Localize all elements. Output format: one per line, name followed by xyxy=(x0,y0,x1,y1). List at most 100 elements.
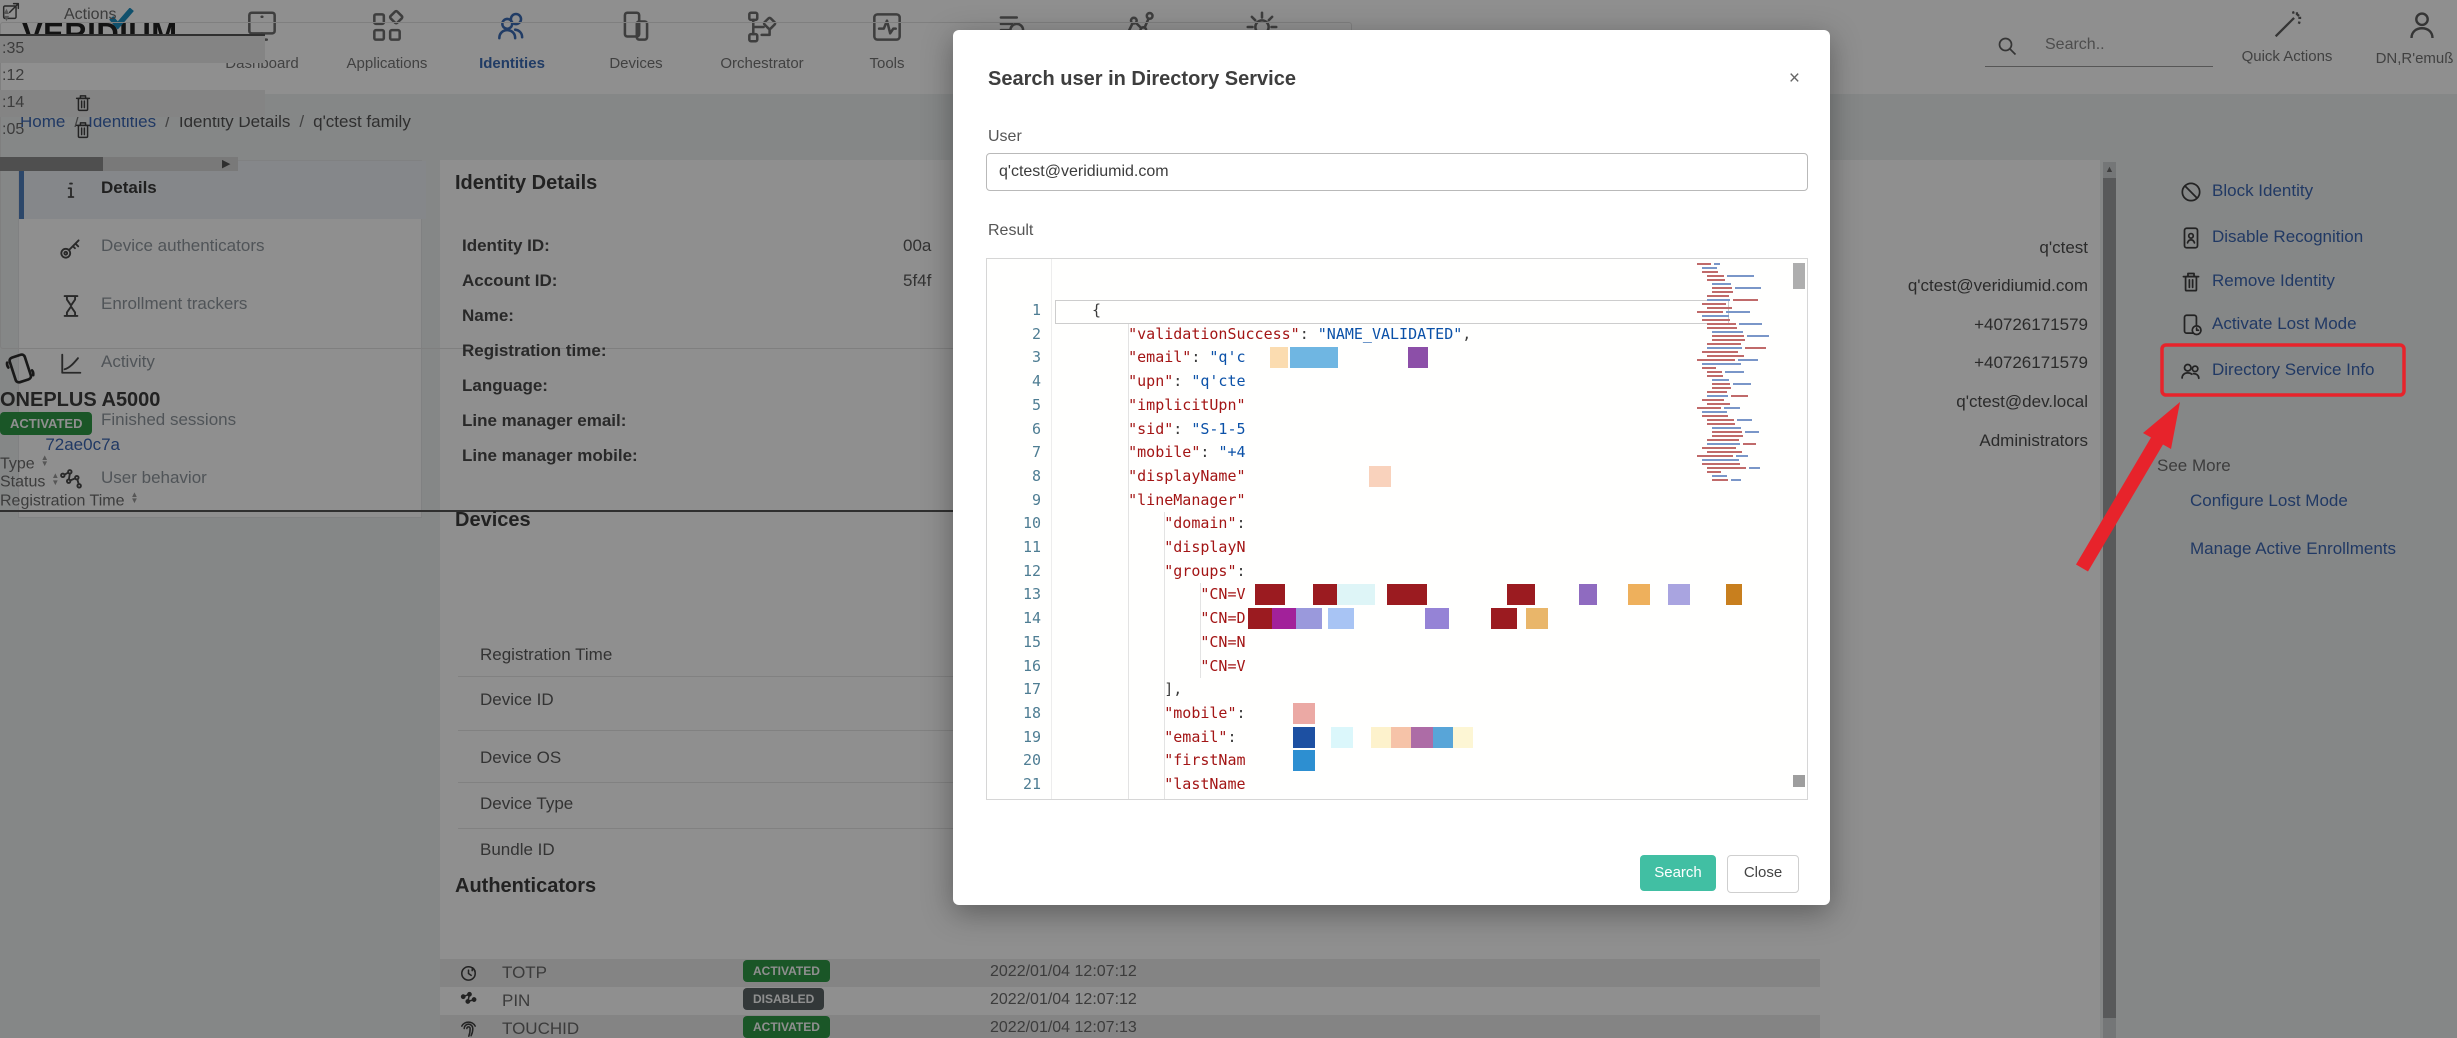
code-line-13: 13 "CN=V xyxy=(987,583,1807,607)
line-number: 17 xyxy=(987,678,1041,702)
code-token xyxy=(1092,751,1164,769)
code-token xyxy=(1092,325,1128,343)
modal-close-button[interactable]: Close xyxy=(1727,855,1799,893)
code-token: "email" xyxy=(1164,728,1227,746)
code-token xyxy=(1092,467,1128,485)
code-line-15: 15 "CN=N xyxy=(987,631,1807,655)
minimap-line xyxy=(1707,403,1730,405)
modal-search-button[interactable]: Search xyxy=(1640,855,1716,891)
code-token: "sid" xyxy=(1128,420,1173,438)
code-token xyxy=(1092,491,1128,509)
code-token: "+4 xyxy=(1218,443,1245,461)
code-token: : xyxy=(1173,420,1191,438)
redaction-block xyxy=(1371,727,1391,748)
editor-minimap[interactable] xyxy=(1697,263,1759,493)
minimap-line xyxy=(1731,395,1748,397)
minimap-line xyxy=(1702,271,1718,273)
minimap-line xyxy=(1702,459,1739,461)
code-line-17: 17 ], xyxy=(987,678,1807,702)
code-token: "CN=V xyxy=(1200,657,1245,675)
redaction-block xyxy=(1272,608,1298,629)
code-line-8: 8 "displayName" xyxy=(987,465,1807,489)
code-text: "sid": "S-1-5 xyxy=(1092,418,1246,442)
code-token: "CN=D xyxy=(1200,609,1245,627)
user-input[interactable] xyxy=(986,153,1808,191)
minimap-line xyxy=(1731,479,1741,481)
code-line-14: 14 "CN=D xyxy=(987,607,1807,631)
redaction-block xyxy=(1290,347,1338,368)
code-text: "domain": xyxy=(1092,512,1246,536)
code-text: "lineManager" xyxy=(1092,489,1246,513)
minimap-line xyxy=(1737,419,1752,421)
minimap-line xyxy=(1707,443,1740,445)
modal-close-icon[interactable]: × xyxy=(1789,68,1800,90)
code-text: "CN=D xyxy=(1092,607,1246,631)
redaction-block xyxy=(1726,584,1742,605)
minimap-line xyxy=(1707,355,1744,357)
minimap-line xyxy=(1697,359,1735,361)
code-text: "email": xyxy=(1092,726,1237,750)
minimap-line xyxy=(1707,471,1721,473)
minimap-line xyxy=(1745,347,1766,349)
editor-scrollbar-thumb[interactable] xyxy=(1793,263,1805,289)
minimap-line xyxy=(1707,307,1732,309)
code-token: "CN=N xyxy=(1200,633,1245,651)
code-token: "q'c xyxy=(1209,348,1245,366)
minimap-line xyxy=(1702,415,1728,417)
result-json-editor[interactable]: 1{2 "validationSuccess": "NAME_VALIDATED… xyxy=(986,258,1808,800)
minimap-line xyxy=(1735,287,1761,289)
line-number: 5 xyxy=(987,394,1041,418)
minimap-line xyxy=(1702,463,1740,465)
code-text: ], xyxy=(1092,678,1182,702)
redaction-block xyxy=(1628,584,1650,605)
minimap-line xyxy=(1707,279,1725,281)
minimap-line xyxy=(1707,375,1723,377)
code-token xyxy=(1092,348,1128,366)
minimap-line xyxy=(1712,291,1733,293)
redaction-block xyxy=(1313,584,1337,605)
code-token: "q'cte xyxy=(1191,372,1245,390)
code-token: "mobile" xyxy=(1128,443,1200,461)
minimap-line xyxy=(1733,299,1758,301)
minimap-line xyxy=(1712,383,1730,385)
code-token xyxy=(1092,514,1164,532)
redaction-block xyxy=(1453,727,1473,748)
redaction-block xyxy=(1387,584,1427,605)
code-line-19: 19 "email": xyxy=(987,726,1807,750)
code-line-7: 7 "mobile": "+4 xyxy=(987,441,1807,465)
line-number: 16 xyxy=(987,655,1041,679)
line-number: 20 xyxy=(987,749,1041,773)
code-token: "implicitUpn" xyxy=(1128,396,1245,414)
code-line-20: 20 "firstNam xyxy=(987,749,1807,773)
minimap-line xyxy=(1707,419,1734,421)
code-line-10: 10 "domain": xyxy=(987,512,1807,536)
editor-scrollbar-bottom[interactable] xyxy=(1793,775,1805,787)
code-text: "groups": xyxy=(1092,560,1246,584)
code-text: "mobile": "+4 xyxy=(1092,441,1246,465)
minimap-line xyxy=(1707,343,1741,345)
redaction-block xyxy=(1408,347,1428,368)
minimap-line xyxy=(1749,467,1760,469)
code-line-6: 6 "sid": "S-1-5 xyxy=(987,418,1807,442)
code-text: "firstNam xyxy=(1092,749,1246,773)
modal-title: Search user in Directory Service xyxy=(988,68,1296,91)
line-number: 14 xyxy=(987,607,1041,631)
minimap-line xyxy=(1736,455,1748,457)
minimap-line xyxy=(1702,411,1727,413)
current-line-highlight xyxy=(1055,300,1729,324)
line-number: 11 xyxy=(987,536,1041,560)
minimap-line xyxy=(1747,335,1769,337)
directory-search-modal: Search user in Directory Service × User … xyxy=(953,30,1830,905)
code-text: "mobile": xyxy=(1092,702,1246,726)
minimap-line xyxy=(1724,407,1740,409)
redaction-block xyxy=(1293,750,1315,771)
redaction-block xyxy=(1425,608,1449,629)
minimap-line xyxy=(1712,339,1745,341)
minimap-line xyxy=(1712,387,1731,389)
minimap-line xyxy=(1707,275,1724,277)
code-line-21: 21 "lastName xyxy=(987,773,1807,797)
minimap-line xyxy=(1702,319,1730,321)
line-number: 7 xyxy=(987,441,1041,465)
minimap-line xyxy=(1712,427,1741,429)
code-token xyxy=(1092,396,1128,414)
